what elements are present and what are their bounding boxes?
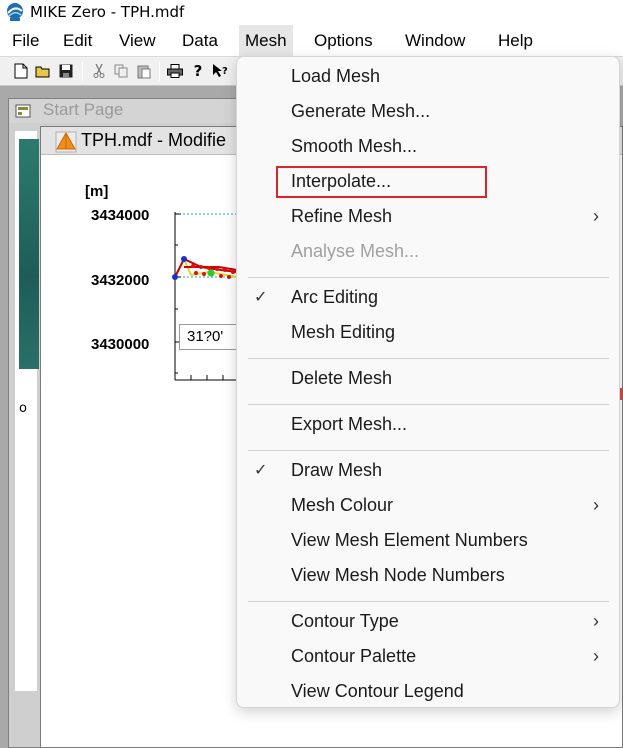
checkmark-icon: ✓: [254, 289, 268, 306]
mike-logo-icon: [7, 3, 23, 21]
menu-separator: [248, 277, 609, 278]
menu-item-analyse-mesh: Analyse Mesh...: [237, 234, 619, 269]
save-icon[interactable]: [57, 62, 75, 80]
menu-item-contour-palette[interactable]: Contour Palette ›: [237, 639, 619, 674]
x-axis-ticks: [190, 375, 240, 380]
menu-item-contour-type[interactable]: Contour Type ›: [237, 604, 619, 639]
menu-item-view-mesh-node-numbers[interactable]: View Mesh Node Numbers: [237, 558, 619, 593]
menu-item-label: View Mesh Node Numbers: [291, 565, 505, 585]
menu-options[interactable]: Options: [308, 25, 379, 56]
menu-item-draw-mesh[interactable]: ✓ Draw Mesh: [237, 453, 619, 488]
menu-separator: [248, 404, 609, 405]
menu-item-label: View Mesh Element Numbers: [291, 530, 528, 550]
mesh-dropdown-menu: Load Mesh Generate Mesh... Smooth Mesh... I…: [236, 56, 620, 708]
start-page-text-fragment: o: [19, 401, 27, 416]
y-tick-label: 3430000: [91, 336, 149, 353]
menu-separator: [248, 601, 609, 602]
context-help-icon[interactable]: ?: [211, 62, 229, 80]
menu-item-label: Load Mesh: [291, 66, 381, 86]
menu-item-label: View Contour Legend: [291, 681, 464, 701]
open-folder-icon[interactable]: [34, 62, 52, 80]
menu-separator: [248, 358, 609, 359]
menu-item-view-contour-legend[interactable]: View Contour Legend: [237, 674, 619, 709]
menu-item-refine-mesh[interactable]: Refine Mesh ›: [237, 199, 619, 234]
toolbar-separator: [159, 62, 160, 81]
highlight-annotation-box: [276, 166, 487, 198]
y-tick-label: 3432000: [91, 272, 149, 289]
menu-item-mesh-colour[interactable]: Mesh Colour ›: [237, 488, 619, 523]
y-tick-label: 3434000: [91, 207, 149, 224]
chevron-right-icon: ›: [593, 611, 599, 631]
menu-item-view-mesh-element-numbers[interactable]: View Mesh Element Numbers: [237, 523, 619, 558]
new-file-icon[interactable]: [12, 62, 30, 80]
menu-file[interactable]: File: [6, 25, 45, 56]
chevron-right-icon: ›: [593, 206, 599, 226]
window-title: MIKE Zero - TPH.mdf: [30, 3, 185, 21]
menu-item-label: Smooth Mesh...: [291, 136, 418, 156]
copy-icon[interactable]: [112, 62, 130, 80]
print-icon[interactable]: [166, 62, 184, 80]
toolbar-separator: [82, 62, 83, 81]
mesh-arc[interactable]: [172, 256, 238, 280]
menu-item-label: Arc Editing: [291, 287, 379, 307]
menu-item-label: Refine Mesh: [291, 206, 393, 226]
coordinate-readout: 31?0': [179, 324, 241, 350]
cut-icon[interactable]: [90, 62, 108, 80]
title-bar: MIKE Zero - TPH.mdf: [0, 0, 623, 25]
start-page-title: Start Page: [43, 100, 124, 119]
menu-window[interactable]: Window: [399, 25, 471, 56]
menu-item-label: Draw Mesh: [291, 460, 383, 480]
start-page-titlebar[interactable]: Start Page: [9, 99, 267, 123]
menu-item-arc-editing[interactable]: ✓ Arc Editing: [237, 280, 619, 315]
menu-item-label: Contour Palette: [291, 646, 417, 666]
menu-view[interactable]: View: [113, 25, 162, 56]
menu-item-label: Generate Mesh...: [291, 101, 431, 121]
unit-label: [m]: [85, 183, 108, 200]
menu-mesh[interactable]: Mesh: [239, 25, 293, 56]
start-page-banner: [19, 139, 39, 369]
menu-data[interactable]: Data: [176, 25, 224, 56]
start-page-content: o: [15, 131, 39, 691]
menu-item-mesh-editing[interactable]: Mesh Editing: [237, 315, 619, 350]
menu-item-delete-mesh[interactable]: Delete Mesh: [237, 361, 619, 396]
menu-bar: File Edit View Data Mesh Options Window …: [0, 25, 623, 56]
start-page-icon: [15, 104, 31, 118]
menu-item-smooth-mesh[interactable]: Smooth Mesh...: [237, 129, 619, 164]
menu-item-load-mesh[interactable]: Load Mesh: [237, 59, 619, 94]
help-icon[interactable]: ?: [189, 62, 207, 80]
chevron-right-icon: ›: [593, 495, 599, 515]
paste-icon[interactable]: [135, 62, 153, 80]
svg-text:?: ?: [222, 66, 228, 77]
menu-item-label: Export Mesh...: [291, 414, 408, 434]
menu-edit[interactable]: Edit: [57, 25, 98, 56]
menu-help[interactable]: Help: [492, 25, 539, 56]
menu-item-export-mesh[interactable]: Export Mesh...: [237, 407, 619, 442]
checkmark-icon: ✓: [254, 462, 268, 479]
menu-item-label: Analyse Mesh...: [291, 241, 420, 261]
menu-item-generate-mesh[interactable]: Generate Mesh...: [237, 94, 619, 129]
menu-separator: [248, 450, 609, 451]
menu-item-label: Mesh Colour: [291, 495, 394, 515]
menu-item-label: Delete Mesh: [291, 368, 393, 388]
menu-item-label: Mesh Editing: [291, 322, 396, 342]
menu-item-label: Contour Type: [291, 611, 399, 631]
chevron-right-icon: ›: [593, 646, 599, 666]
